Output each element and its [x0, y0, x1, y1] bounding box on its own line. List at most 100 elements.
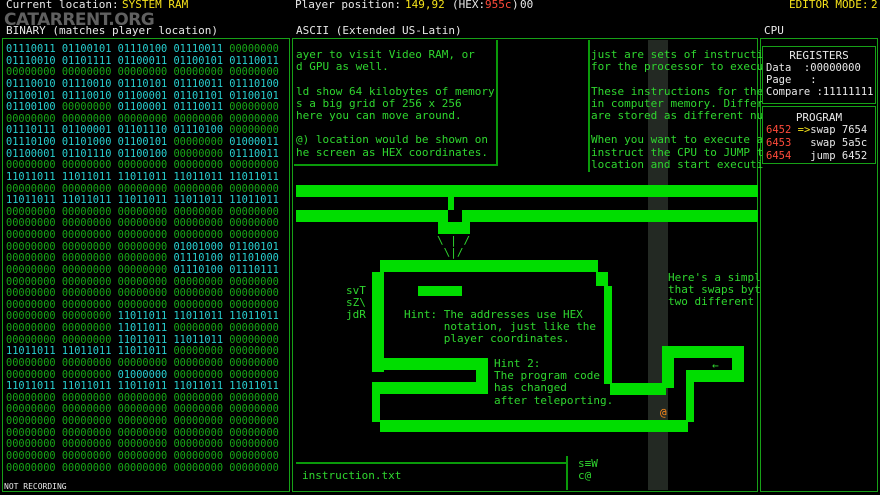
program-title: PROGRAM	[795, 111, 843, 124]
binary-byte: 00000000	[6, 426, 56, 439]
loop-mid-shelf-end	[476, 370, 488, 382]
binary-byte: 00000000	[117, 287, 168, 300]
binary-byte: 01100101	[173, 54, 224, 67]
binary-byte: 01110100	[173, 252, 224, 265]
player-icon: @	[660, 406, 667, 419]
binary-byte: 01101110	[61, 147, 112, 160]
binary-byte: 01001000	[173, 240, 224, 253]
binary-byte: 01110010	[61, 77, 112, 90]
binary-byte: 00000000	[6, 333, 56, 346]
filename-link[interactable]: instruction.txt	[302, 469, 401, 482]
binary-byte: 01110111	[229, 263, 279, 276]
binary-byte: 00000000	[6, 368, 56, 381]
binary-byte: 11011011	[173, 333, 224, 346]
binary-byte: 00000000	[229, 43, 279, 55]
binary-byte: 00000000	[117, 403, 168, 416]
binary-byte: 00000000	[173, 438, 224, 451]
binary-byte: 01000000	[117, 368, 168, 381]
binary-byte: 01100101	[229, 89, 279, 102]
binary-byte: 00000000	[173, 368, 224, 381]
funnel-top	[438, 222, 470, 234]
binary-byte: 00000000	[173, 217, 224, 230]
binary-byte: 01100100	[117, 147, 168, 160]
loop-right-shelf	[610, 383, 666, 395]
binary-byte: 00000000	[61, 403, 112, 416]
binary-byte: 11011011	[6, 170, 56, 183]
wall-mid-right	[462, 210, 758, 222]
binary-byte: 00000000	[173, 136, 224, 148]
binary-byte: 00000000	[173, 426, 224, 439]
binary-byte: 11011011	[117, 310, 168, 323]
binary-byte: 00000000	[6, 403, 56, 416]
binary-byte: 01110010	[6, 54, 56, 67]
binary-byte: 00000000	[229, 298, 279, 311]
binary-byte: 00000000	[229, 124, 279, 137]
binary-byte: 11011011	[6, 345, 56, 358]
binary-byte: 00000000	[61, 426, 112, 439]
binary-byte: 00000000	[117, 356, 168, 369]
left-glyphs: svT sZ\ jdR	[346, 284, 366, 322]
binary-byte: 00000000	[61, 298, 112, 311]
binary-byte: 11011011	[229, 194, 279, 207]
binary-byte: 00000000	[173, 298, 224, 311]
binary-byte: 00000000	[117, 426, 168, 439]
binary-byte: 00000000	[6, 240, 56, 253]
binary-byte: 00000000	[229, 391, 279, 404]
binary-byte: 01101000	[61, 136, 112, 148]
binary-byte: 01101000	[229, 252, 279, 265]
binary-byte: 00000000	[61, 101, 112, 114]
binary-grid: 01110011 01100101 01110100 01110011 0000…	[6, 43, 279, 474]
binary-byte: 01100001	[61, 124, 112, 137]
binary-byte: 00000000	[229, 368, 279, 381]
binary-byte: 00000000	[117, 159, 168, 172]
binary-byte: 01100001	[117, 89, 168, 102]
binary-byte: 00000000	[61, 391, 112, 404]
binary-byte: 11011011	[6, 194, 56, 207]
binary-byte: 01100011	[117, 54, 168, 67]
binary-byte: 01110011	[173, 101, 224, 114]
binary-byte: 00000000	[6, 205, 56, 218]
text-block-border	[496, 40, 498, 166]
arrow-left-icon: ←	[712, 359, 719, 372]
binary-byte: 00000000	[6, 415, 56, 427]
binary-byte: 00000000	[229, 356, 279, 369]
wall-mid-left	[296, 210, 448, 222]
binary-byte: 00000000	[173, 205, 224, 218]
loop-left	[372, 272, 384, 372]
hex-close: )	[512, 0, 519, 11]
binary-byte: 00000000	[61, 322, 112, 334]
binary-byte: 11011011	[117, 345, 168, 358]
binary-byte: 11011011	[229, 170, 279, 183]
hex-suffix: 00	[520, 0, 534, 11]
binary-byte: 11011011	[173, 170, 224, 183]
intro-text-right: just are sets of instructi for the proce…	[591, 48, 764, 171]
binary-byte: 01110011	[173, 43, 224, 55]
binary-byte: 11011011	[173, 380, 224, 393]
binary-byte: 00000000	[61, 66, 112, 79]
editor-mode-value: 2	[871, 0, 878, 11]
text-block-border	[294, 164, 498, 166]
binary-byte: 00000000	[117, 438, 168, 451]
binary-byte: 00000000	[229, 287, 279, 300]
binary-byte: 00000000	[117, 112, 168, 125]
binary-byte: 00000000	[229, 438, 279, 451]
binary-byte: 11011011	[117, 170, 168, 183]
position-label: Player position:	[295, 0, 401, 11]
binary-byte: 00000000	[6, 159, 56, 172]
binary-byte: 00000000	[61, 252, 112, 265]
registers-box: REGISTERS Data :00000000 Page : Compare …	[762, 46, 876, 104]
binary-byte: 00000000	[229, 275, 279, 288]
binary-byte: 00000000	[229, 449, 279, 462]
binary-byte: 00000000	[6, 217, 56, 230]
binary-byte: 00000000	[61, 159, 112, 172]
binary-byte: 00000000	[117, 66, 168, 79]
binary-byte: 00000000	[173, 461, 224, 474]
binary-byte: 00000000	[229, 461, 279, 474]
binary-byte: 00000000	[117, 229, 168, 241]
binary-byte: 00000000	[229, 66, 279, 79]
binary-byte: 01110100	[173, 124, 224, 137]
binary-byte: 01100001	[6, 147, 56, 160]
binary-byte: 01100101	[61, 43, 112, 55]
loop-top	[380, 260, 598, 272]
program-line: 6452 =>swap 7654	[766, 124, 868, 136]
